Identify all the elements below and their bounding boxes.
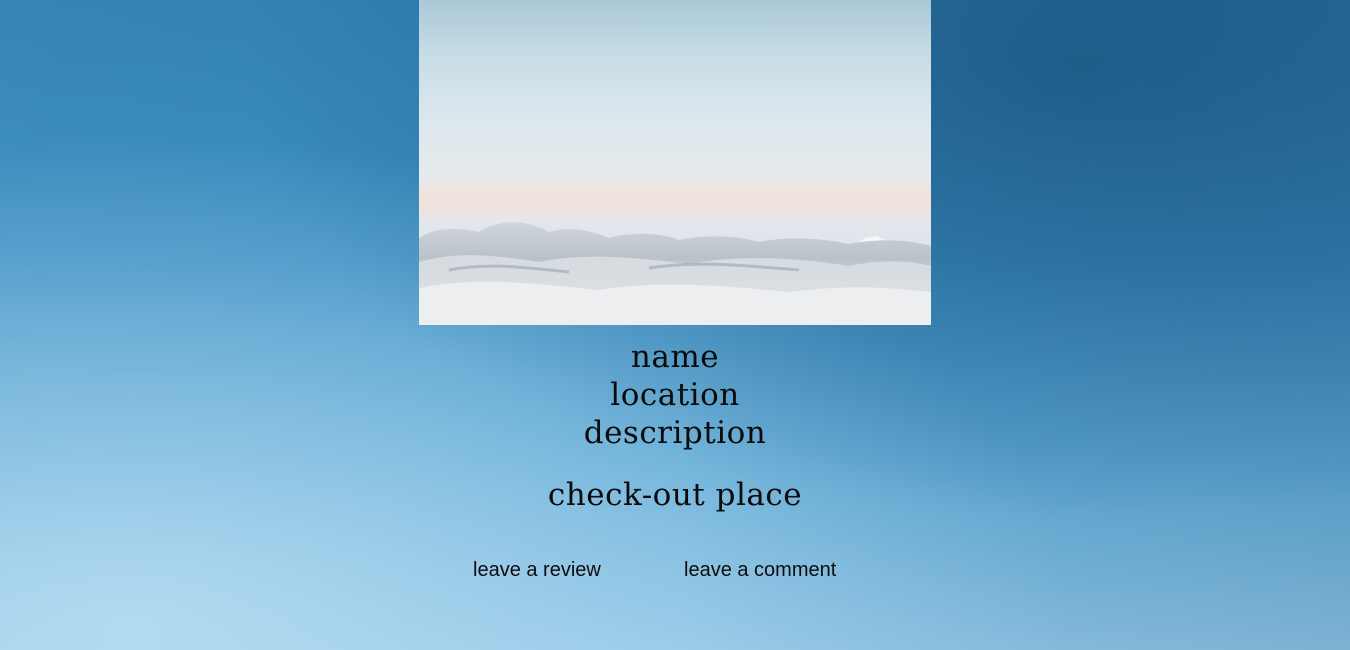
place-location: location (610, 377, 740, 413)
leave-comment-link[interactable]: leave a comment (684, 559, 836, 582)
place-details: name location description (0, 338, 1350, 452)
leave-review-link[interactable]: leave a review (473, 559, 601, 582)
place-name: name (630, 339, 720, 375)
place-photo (419, 0, 931, 325)
place-actions: leave a review leave a comment (0, 559, 1350, 585)
check-out-heading: check-out place (547, 477, 803, 513)
place-description: description (583, 415, 767, 451)
